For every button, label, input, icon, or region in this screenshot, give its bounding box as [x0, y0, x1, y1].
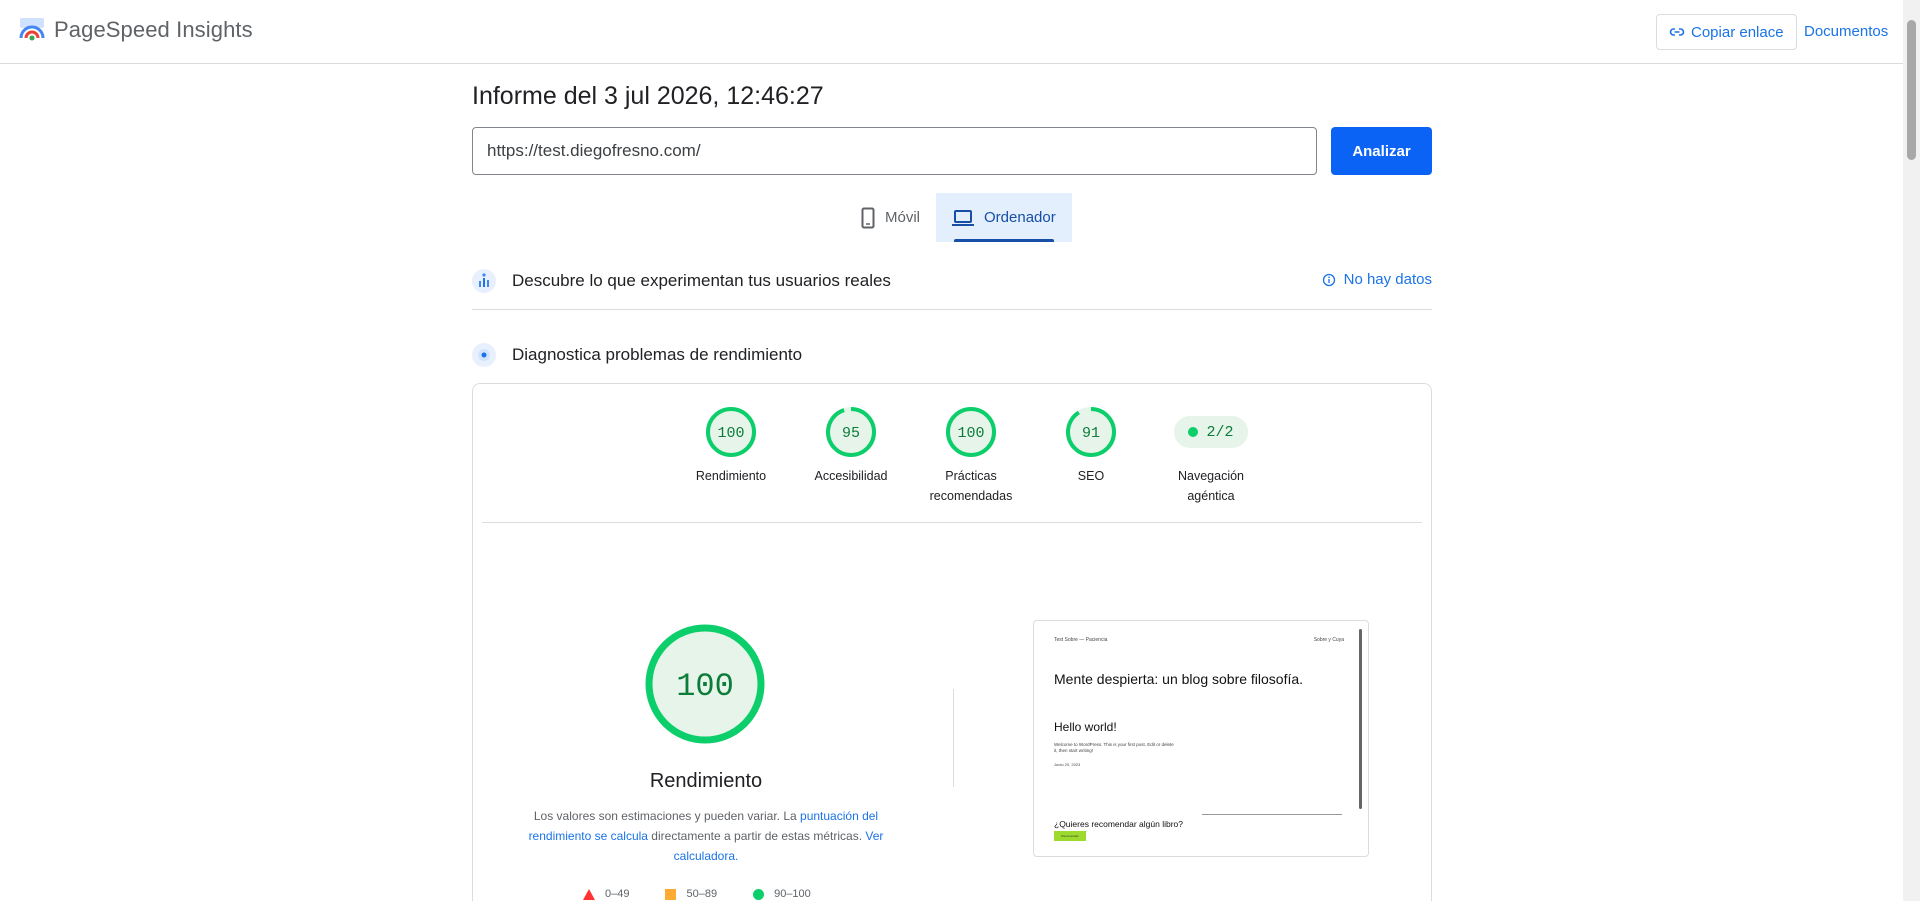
legend-label: 0–49	[605, 888, 630, 900]
vertical-divider	[953, 689, 954, 787]
legend-label: 90–100	[774, 888, 811, 900]
pass-dot-icon	[1188, 427, 1199, 437]
lab-data-title: Diagnostica problemas de rendimiento	[512, 345, 803, 364]
gauge-performance[interactable]: 100 Rendimiento	[671, 406, 791, 506]
pagespeed-logo-icon	[19, 18, 45, 41]
score-gauge: 91	[1066, 407, 1116, 457]
screenshot-question: ¿Quieres recomendar algún libro?	[1054, 819, 1183, 829]
lab-data-section: Diagnostica problemas de rendimiento	[472, 340, 1432, 370]
performance-gauge: 100	[645, 624, 765, 744]
screenshot-post-date: Junio 20, 2023	[1054, 762, 1081, 767]
desc-text: directamente a partir de estas métricas.	[647, 829, 866, 843]
copy-link-button[interactable]: Copiar enlace	[1656, 14, 1797, 50]
analyze-button[interactable]: Analizar	[1331, 127, 1432, 175]
app-name: PageSpeed Insights	[54, 17, 253, 42]
gauge-accessibility[interactable]: 95 Accesibilidad	[791, 406, 911, 506]
docs-link[interactable]: Documentos	[1804, 23, 1888, 40]
no-data-link[interactable]: No hay datos	[1322, 271, 1432, 288]
field-data-section: Descubre lo que experimentan tus usuario…	[472, 265, 1432, 310]
performance-score: 100	[676, 668, 734, 705]
tab-mobile[interactable]: Móvil	[845, 193, 936, 242]
screenshot-rule	[1202, 814, 1342, 815]
tab-desktop[interactable]: Ordenador	[936, 193, 1072, 242]
report-title: Informe del 3 jul 2026, 12:46:27	[472, 82, 824, 110]
url-input[interactable]	[472, 127, 1317, 175]
screenshot-button: Recomendar	[1054, 831, 1086, 841]
legend-label: 50–89	[686, 888, 718, 900]
score-gauge: 95	[826, 407, 876, 457]
score-value: 100	[717, 425, 744, 442]
screenshot-nav: Test Sobre — Paciencia Sobre y Cuya	[1054, 637, 1344, 643]
pass-circle-icon	[753, 888, 765, 900]
brand[interactable]: PageSpeed Insights	[18, 16, 253, 44]
info-icon	[1322, 273, 1335, 286]
average-square-icon	[665, 888, 677, 900]
score-gauge: 100	[946, 407, 996, 457]
page-scrollbar[interactable]	[1903, 0, 1920, 901]
performance-description: Los valores son estimaciones y pueden va…	[523, 806, 889, 866]
field-data-title: Descubre lo que experimentan tus usuario…	[512, 271, 891, 290]
screenshot-nav-left: Test Sobre — Paciencia	[1054, 637, 1108, 643]
scores-card: 100 Rendimiento 95 Accesibilidad 100 Prá…	[472, 383, 1432, 901]
gauge-label: Prácticas recomendadas	[929, 469, 1013, 503]
screenshot-post-text: Welcome to WordPress. This is your first…	[1054, 742, 1174, 753]
screenshot-heading: Mente despierta: un blog sobre filosofía…	[1054, 671, 1304, 687]
gauge-seo[interactable]: 91 SEO	[1031, 406, 1151, 506]
top-bar: PageSpeed Insights Copiar enlace Documen…	[0, 0, 1920, 64]
gauge-label: Rendimiento	[695, 469, 767, 483]
category-gauges: 100 Rendimiento 95 Accesibilidad 100 Prá…	[671, 406, 1271, 506]
device-tabs: Móvil Ordenador	[845, 193, 1072, 242]
tab-mobile-label: Móvil	[885, 209, 921, 226]
copy-link-label: Copiar enlace	[1691, 23, 1784, 41]
lighthouse-icon	[472, 343, 496, 367]
legend-pass: 90–100	[753, 888, 811, 900]
mobile-icon	[861, 207, 875, 228]
legend-average: 50–89	[665, 888, 717, 900]
agentic-pill: 2/2	[1174, 416, 1248, 448]
gauge-label: Accesibilidad	[814, 469, 888, 483]
legend-fail: 0–49	[583, 888, 629, 900]
agentic-value: 2/2	[1206, 423, 1234, 441]
score-value: 95	[842, 425, 860, 442]
gauge-label: Navegación agéntica	[1177, 469, 1244, 503]
gauge-agentic-navigation[interactable]: 2/2 Navegación agéntica	[1151, 406, 1271, 506]
screenshot-nav-right: Sobre y Cuya	[1313, 637, 1344, 643]
fail-triangle-icon	[583, 888, 595, 900]
score-gauge: 100	[706, 407, 756, 457]
no-data-label: No hay datos	[1343, 271, 1432, 288]
screenshot-post-title: Hello world!	[1054, 720, 1117, 734]
performance-title: Rendimiento	[649, 770, 763, 792]
users-icon	[472, 269, 496, 293]
laptop-icon	[952, 209, 975, 226]
score-legend: 0–49 50–89 90–100	[583, 888, 811, 900]
scrollbar-thumb[interactable]	[1907, 20, 1916, 160]
gauge-best-practices[interactable]: 100 Prácticas recomendadas	[911, 406, 1031, 506]
screenshot-scrollbar	[1359, 629, 1362, 809]
divider	[482, 522, 1422, 523]
score-value: 91	[1082, 425, 1100, 442]
tab-desktop-label: Ordenador	[984, 209, 1056, 226]
score-value: 100	[957, 425, 984, 442]
final-screenshot[interactable]: Test Sobre — Paciencia Sobre y Cuya Ment…	[1033, 620, 1369, 857]
desc-text: Los valores son estimaciones y pueden va…	[533, 809, 801, 823]
gauge-label: SEO	[1077, 469, 1105, 483]
link-icon	[1669, 28, 1685, 36]
